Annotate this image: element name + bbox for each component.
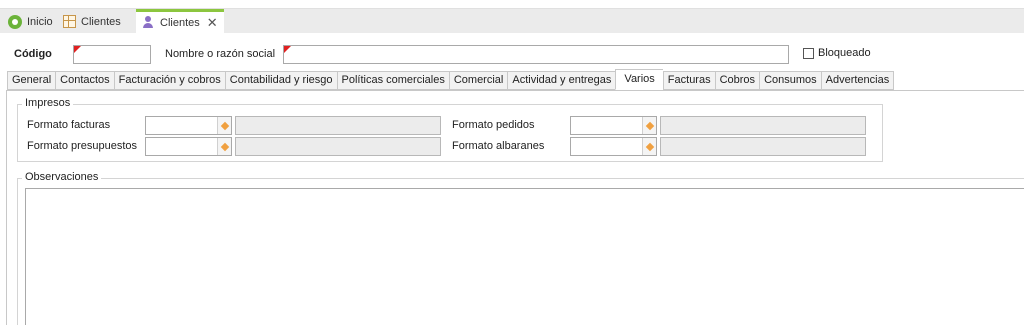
tab-cobros[interactable]: Cobros <box>714 71 760 90</box>
document-tab-bar: Inicio Clientes Clientes ✕ <box>0 0 1024 33</box>
tab-advertencias[interactable]: Advertencias <box>820 71 895 90</box>
doc-tab-inicio[interactable]: Inicio <box>2 10 59 33</box>
tab-panel-border <box>6 90 1024 91</box>
tab-consumos[interactable]: Consumos <box>759 71 821 90</box>
lookup-icon <box>645 121 654 130</box>
doc-tab-label: Inicio <box>27 15 53 28</box>
formato-facturas-input[interactable] <box>145 116 232 135</box>
codigo-label: Código <box>14 48 52 60</box>
doc-tab-clientes-active[interactable]: Clientes ✕ <box>136 9 224 33</box>
formato-albaranes-description <box>660 137 866 156</box>
nombre-label: Nombre o razón social <box>165 48 276 60</box>
home-icon <box>8 14 22 29</box>
tab-actividad-entregas[interactable]: Actividad y entregas <box>507 71 616 90</box>
formato-pedidos-lookup-button[interactable] <box>642 117 656 134</box>
formato-pedidos-label: Formato pedidos <box>452 119 535 131</box>
formato-presupuestos-label: Formato presupuestos <box>27 140 138 152</box>
doc-tab-clientes-list[interactable]: Clientes <box>57 10 127 33</box>
formato-albaranes-input[interactable] <box>570 137 657 156</box>
formato-facturas-lookup-button[interactable] <box>217 117 231 134</box>
tab-contabilidad-riesgo[interactable]: Contabilidad y riesgo <box>224 71 337 90</box>
codigo-field[interactable] <box>73 45 151 64</box>
bloqueado-label: Bloqueado <box>818 47 871 59</box>
formato-pedidos-description <box>660 116 866 135</box>
observaciones-title: Observaciones <box>22 171 102 183</box>
observaciones-textarea[interactable] <box>25 188 1024 325</box>
formato-presupuestos-description <box>235 137 441 156</box>
section-tabs: General Contactos Facturación y cobros C… <box>7 69 895 90</box>
tab-contactos[interactable]: Contactos <box>55 71 114 90</box>
formato-pedidos-input[interactable] <box>570 116 657 135</box>
tab-facturas[interactable]: Facturas <box>662 71 715 90</box>
formato-albaranes-label: Formato albaranes <box>452 140 545 152</box>
formato-presupuestos-input[interactable] <box>145 137 232 156</box>
lookup-icon <box>645 142 654 151</box>
lookup-icon <box>220 142 229 151</box>
formato-presupuestos-lookup-button[interactable] <box>217 138 231 155</box>
grid-icon <box>63 15 76 28</box>
close-icon[interactable]: ✕ <box>207 15 218 31</box>
tab-panel-left-border <box>6 90 7 325</box>
formato-albaranes-lookup-button[interactable] <box>642 138 656 155</box>
lookup-icon <box>220 121 229 130</box>
doc-tab-label: Clientes <box>160 16 200 29</box>
tab-varios[interactable]: Varios <box>615 69 663 90</box>
nombre-field[interactable] <box>283 45 789 64</box>
tab-politicas-comerciales[interactable]: Políticas comerciales <box>336 71 449 90</box>
users-icon <box>142 16 155 29</box>
formato-facturas-label: Formato facturas <box>27 119 111 131</box>
tab-general[interactable]: General <box>7 71 56 90</box>
tab-facturacion-cobros[interactable]: Facturación y cobros <box>113 71 225 90</box>
doc-tab-label: Clientes <box>81 15 121 28</box>
bloqueado-checkbox[interactable] <box>803 48 814 59</box>
tab-comercial[interactable]: Comercial <box>448 71 508 90</box>
formato-facturas-description <box>235 116 441 135</box>
impresos-title: Impresos <box>22 97 74 109</box>
